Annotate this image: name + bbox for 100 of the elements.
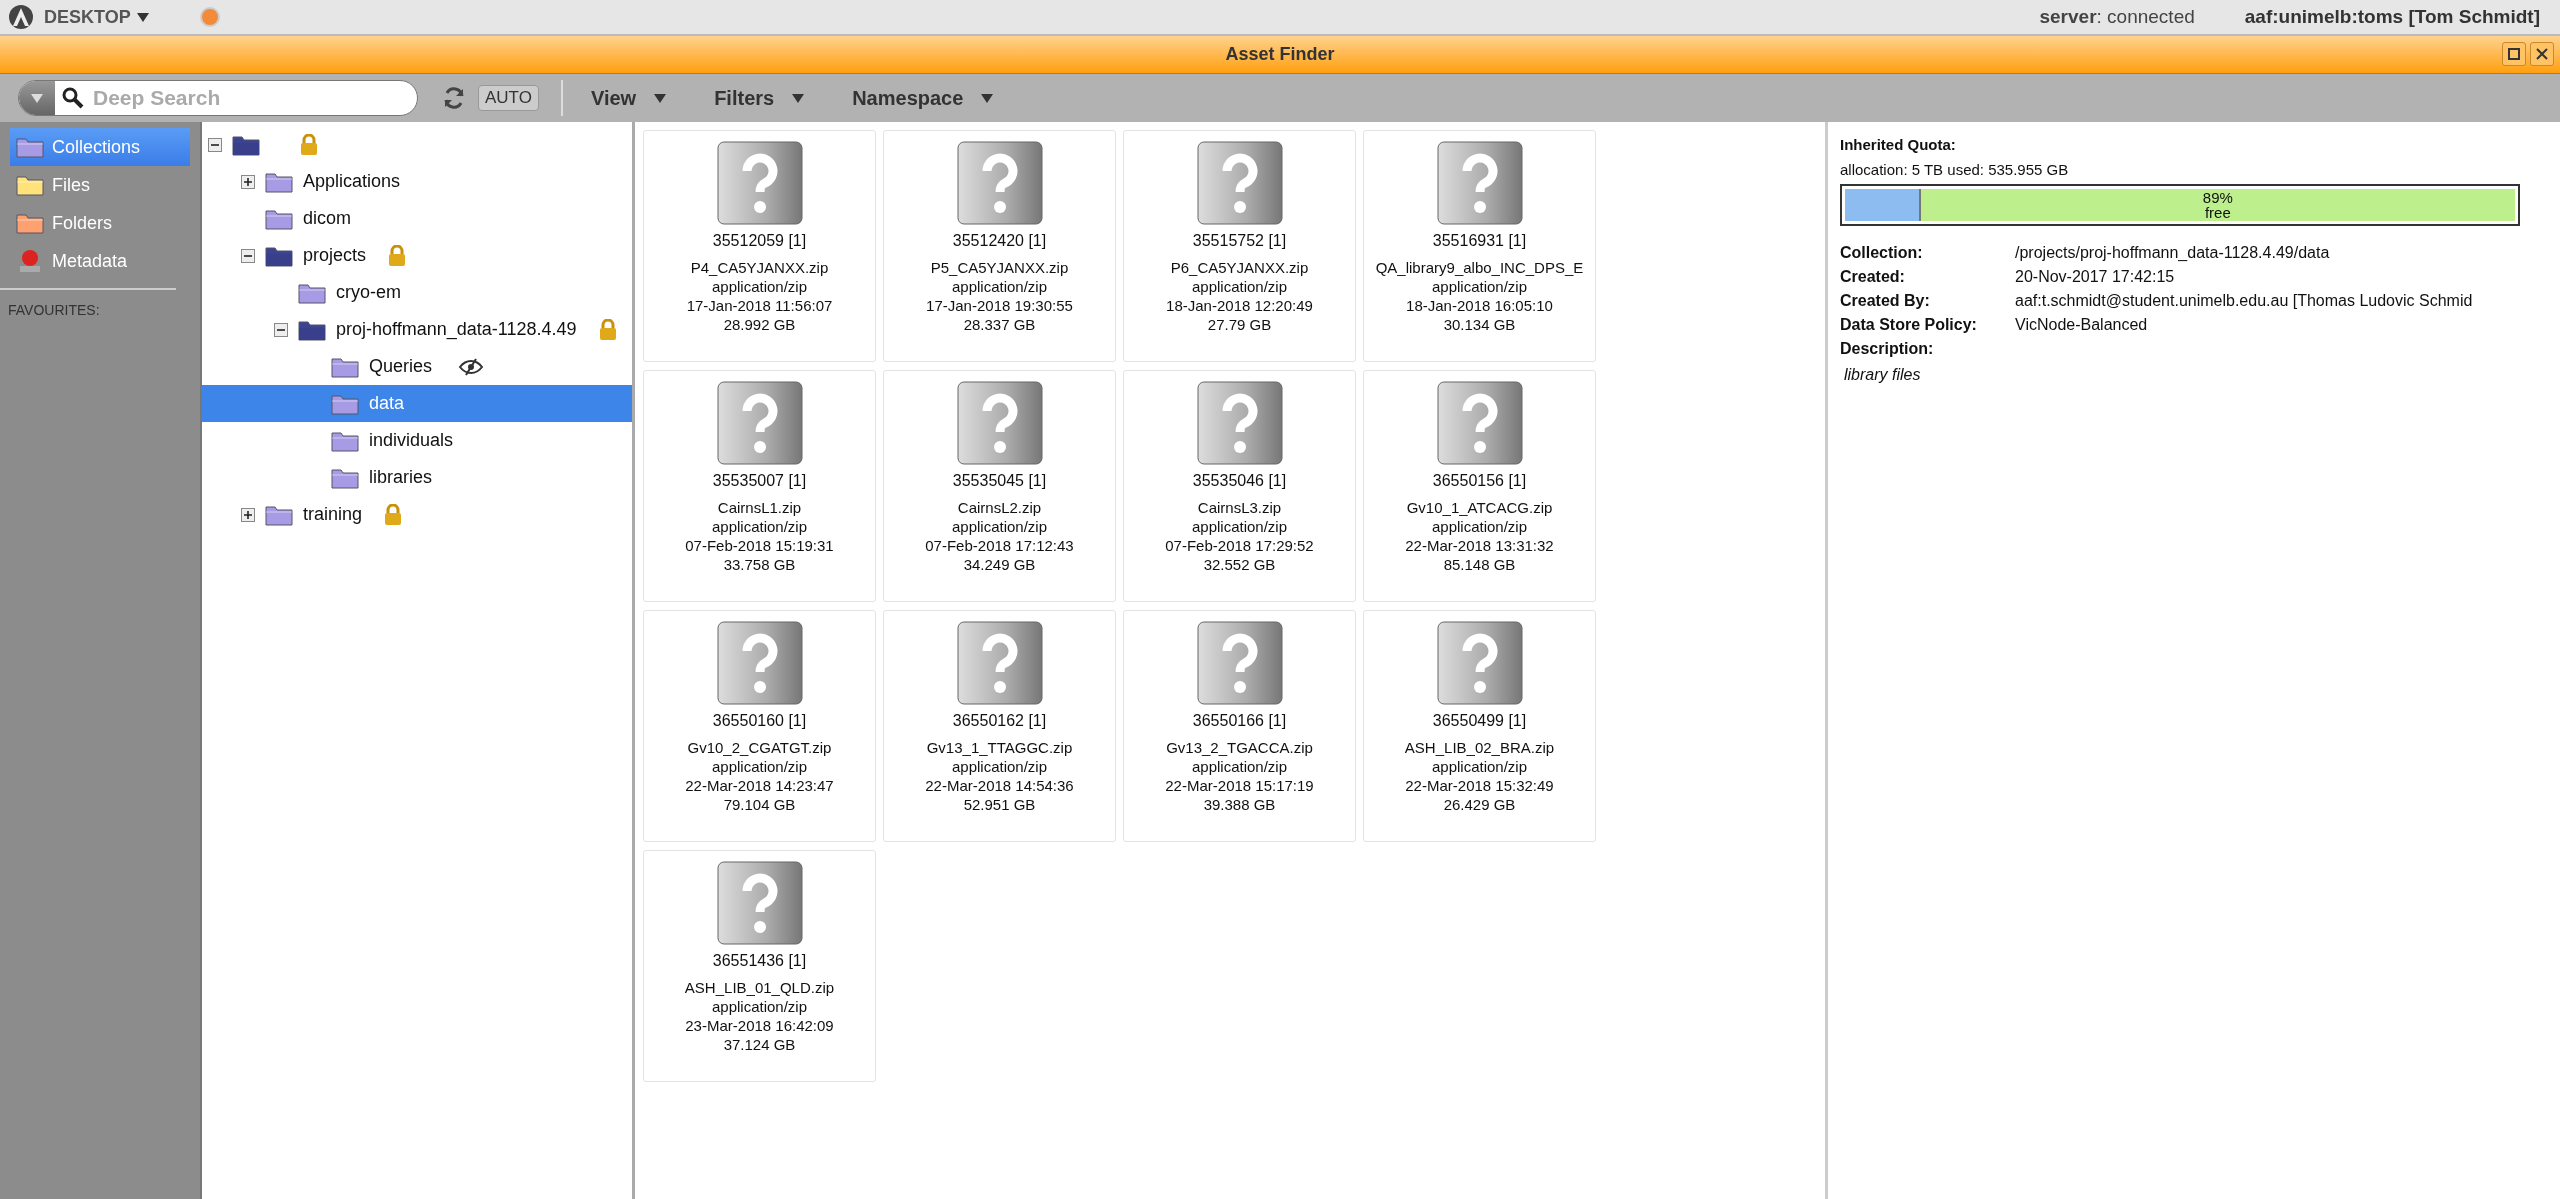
question-mark-icon [1436,381,1523,465]
tree-label: libraries [369,467,433,488]
asset-tile[interactable]: 36550160 [1] Gv10_2_CGATGT.zip application/zip 22-Mar-2018 14:23:47 79.104 GB [643,610,876,842]
file-size: 28.992 GB [723,315,796,334]
search-field[interactable]: Deep Search [18,80,418,116]
field-label: Created: [1840,268,1906,286]
tree-label: cryo-em [336,282,401,303]
tree-item[interactable]: Queries [202,348,632,385]
date-text: 07-Feb-2018 17:12:43 [925,536,1074,555]
question-mark-icon [1196,141,1283,225]
file-size: 30.134 GB [1443,315,1516,334]
asset-tile[interactable]: 35535007 [1] CairnsL1.zip application/zip 07-Feb-2018 15:19:31 33.758 GB [643,370,876,602]
padlock-icon [300,133,318,156]
field-label: Description: [1840,340,1935,358]
question-mark-icon [1436,621,1523,705]
file-size: 39.388 GB [1203,795,1276,814]
question-mark-icon [716,381,803,465]
field-label: Collection: [1840,244,1924,262]
tree-item[interactable]: training [202,496,632,533]
tree-item[interactable]: projects [202,237,632,274]
collapse-icon[interactable] [274,322,288,337]
asset-tile[interactable]: 36550499 [1] ASH_LIB_02_BRA.zip application/zip 22-Mar-2018 15:32:49 26.429 GB [1363,610,1596,842]
tree-item[interactable]: proj-hoffmann_data-1128.4.49 [202,311,632,348]
asset-id: 36551436 [1] [712,951,807,970]
search-input[interactable]: Deep Search [91,85,417,111]
mime-type: application/zip [711,277,808,296]
mime-type: application/zip [951,517,1048,536]
question-mark-icon [956,381,1043,465]
asset-tile[interactable]: 35535045 [1] CairnsL2.zip application/zip 07-Feb-2018 17:12:43 34.249 GB [883,370,1116,602]
expand-icon[interactable] [241,507,255,522]
close-button[interactable] [2530,42,2554,66]
file-size: 79.104 GB [723,795,796,814]
asset-tile[interactable]: 36550156 [1] Gv10_1_ATCACG.zip application/zip 22-Mar-2018 13:31:32 85.148 GB [1363,370,1596,602]
asset-tile[interactable]: 36551436 [1] ASH_LIB_01_QLD.zip application/zip 23-Mar-2018 16:42:09 37.124 GB [643,850,876,1082]
file-size: 34.249 GB [963,555,1036,574]
tree-item[interactable]: Applications [202,163,632,200]
asset-tile[interactable]: 35515752 [1] P6_CA5YJANXX.zip application/zip 18-Jan-2018 12:20:49 27.79 GB [1123,130,1356,362]
file-name: Gv13_2_TGACCA.zip [1166,738,1313,757]
folder-icon [265,170,293,193]
asset-id: 35512059 [1] [712,231,807,250]
tree-label: data [369,393,405,414]
user-name: aaf:unimelb:toms [Tom Schmidt] [2244,6,2540,28]
maximize-button[interactable] [2502,42,2526,66]
tree-label: dicom [303,208,351,229]
mime-type: application/zip [1191,277,1288,296]
mime-type: application/zip [711,757,808,776]
file-name: Gv10_2_CGATGT.zip [687,738,832,757]
file-name: P5_CA5YJANXX.zip [930,258,1069,277]
field-value: VicNode-Balanced [2015,316,2149,334]
question-mark-icon [1196,621,1283,705]
free-percent: 89% [2202,190,2233,205]
file-name: Gv13_1_TTAGGC.zip [926,738,1073,757]
expand-icon[interactable] [241,174,255,189]
mime-type: application/zip [1431,277,1528,296]
date-text: 18-Jan-2018 16:05:10 [1406,296,1553,315]
question-mark-icon [956,141,1043,225]
mime-type: application/zip [1191,517,1288,536]
asset-tile[interactable]: 36550166 [1] Gv13_2_TGACCA.zip application/zip 22-Mar-2018 15:17:19 39.388 GB [1123,610,1356,842]
asset-id: 36550499 [1] [1432,711,1527,730]
asset-tile[interactable]: 36550162 [1] Gv13_1_TTAGGC.zip application/zip 22-Mar-2018 14:54:36 52.951 GB [883,610,1116,842]
mime-type: application/zip [951,757,1048,776]
tree-item[interactable]: libraries [202,459,632,496]
date-text: 22-Mar-2018 14:23:47 [685,776,834,795]
question-mark-icon [1196,381,1283,465]
asset-tile[interactable]: 35512059 [1] P4_CA5YJANXX.zip application/zip 17-Jan-2018 11:56:07 28.992 GB [643,130,876,362]
tree-item[interactable]: dicom [202,200,632,237]
menu-dropdown[interactable]: Filters [708,85,811,111]
allocation-text: allocation: 5 TB used: 535.955 GB [1840,161,2070,178]
date-text: 22-Mar-2018 15:17:19 [1165,776,1314,795]
field-label: Created By: [1840,292,1931,310]
question-mark-icon [956,621,1043,705]
mime-type: application/zip [1191,757,1288,776]
tree-item[interactable]: data [202,385,632,422]
tree-label: Queries [369,356,433,377]
menu-dropdown[interactable]: View [584,85,673,111]
tree-item[interactable]: cryo-em [202,274,632,311]
asset-tile[interactable]: 35512420 [1] P5_CA5YJANXX.zip application/zip 17-Jan-2018 19:30:55 28.337 GB [883,130,1116,362]
collapse-icon[interactable] [208,137,222,152]
asset-id: 36550156 [1] [1432,471,1527,490]
file-size: 28.337 GB [963,315,1036,334]
date-text: 18-Jan-2018 12:20:49 [1166,296,1313,315]
file-name: CairnsL2.zip [957,498,1042,517]
date-text: 22-Mar-2018 14:54:36 [925,776,1074,795]
tree-label: Applications [303,171,401,192]
desktop-menu[interactable]: DESKTOP [44,6,149,28]
asset-tile[interactable]: 35516931 [1] QA_library9_albo_INC_DPS_E application/zip 18-Jan-2018 16:05:10 30.134 GB [1363,130,1596,362]
folder-icon [232,133,260,156]
refresh-icon[interactable] [442,86,466,110]
auto-button[interactable]: AUTO [478,85,539,111]
tree-item[interactable]: individuals [202,422,632,459]
collapse-icon[interactable] [241,248,255,263]
menu-dropdown[interactable]: Namespace [846,85,1000,111]
asset-id: 35535046 [1] [1192,471,1287,490]
close-icon [2536,48,2548,60]
asset-tile[interactable]: 35535046 [1] CairnsL3.zip application/zip 07-Feb-2018 17:29:52 32.552 GB [1123,370,1356,602]
file-size: 32.552 GB [1203,555,1276,574]
padlock-icon [598,318,617,341]
question-mark-icon [716,861,803,945]
file-name: QA_library9_albo_INC_DPS_E [1375,258,1584,277]
question-mark-icon [1436,141,1523,225]
